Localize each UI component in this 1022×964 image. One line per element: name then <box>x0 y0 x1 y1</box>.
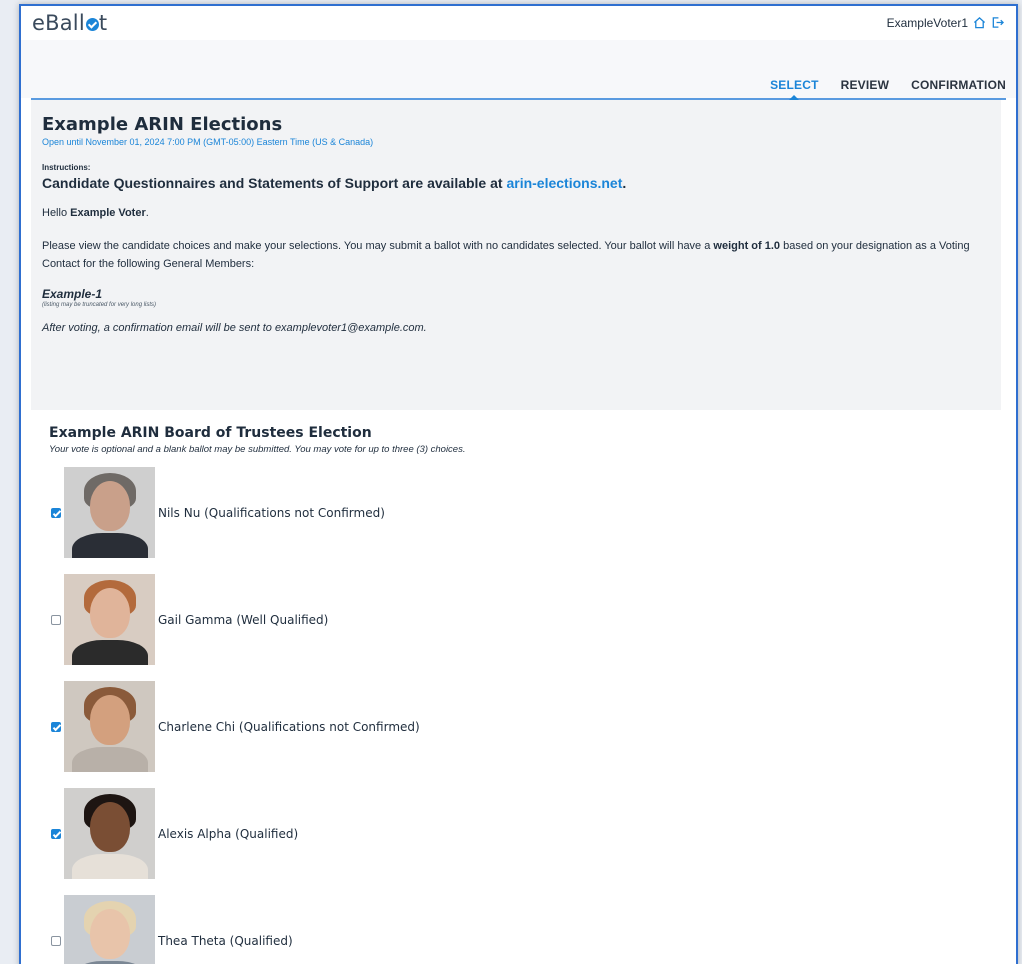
logout-icon[interactable] <box>991 16 1004 31</box>
page-title: Example ARIN Elections <box>42 114 283 135</box>
candidate-row[interactable]: Alexis Alpha (Qualified) <box>49 788 1016 879</box>
instructions-text: Candidate Questionnaires and Statements … <box>42 175 627 191</box>
candidate-checkbox[interactable] <box>51 721 61 732</box>
voter-name: Example Voter <box>70 207 146 219</box>
candidate-name[interactable]: Gail Gamma (Well Qualified) <box>158 613 328 627</box>
candidate-photo <box>64 788 155 879</box>
logo-check-icon <box>85 18 99 31</box>
candidate-checkbox[interactable] <box>51 828 61 839</box>
step-tab-select[interactable]: SELECT <box>770 78 819 100</box>
candidate-row[interactable]: Charlene Chi (Qualifications not Confirm… <box>49 681 1016 772</box>
candidate-row[interactable]: Thea Theta (Qualified) <box>49 895 1016 964</box>
arin-elections-link[interactable]: arin-elections.net <box>506 175 622 191</box>
board-election-section: Example ARIN Board of Trustees Election … <box>21 410 1016 964</box>
confirmation-email-note: After voting, a confirmation email will … <box>42 322 427 334</box>
candidate-photo <box>64 574 155 665</box>
general-member: Example-1 <box>42 287 103 301</box>
ebalot-logo[interactable]: eBall t <box>32 11 107 35</box>
username[interactable]: ExampleVoter1 <box>887 16 968 30</box>
step-navigation: SELECT REVIEW CONFIRMATION <box>21 40 1016 100</box>
ballot-weight: weight of 1.0 <box>713 240 781 252</box>
candidate-name[interactable]: Charlene Chi (Qualifications not Confirm… <box>158 720 420 734</box>
candidate-name[interactable]: Thea Theta (Qualified) <box>158 934 293 948</box>
candidate-name[interactable]: Nils Nu (Qualifications not Confirmed) <box>158 506 385 520</box>
candidate-list: Nils Nu (Qualifications not Confirmed) Ga… <box>49 467 1016 964</box>
ballot-window: eBall t ExampleVoter1 SELECT REVIEW CONFIRM… <box>19 4 1018 964</box>
home-icon[interactable] <box>973 16 986 31</box>
user-area: ExampleVoter1 <box>887 16 1004 31</box>
candidate-name[interactable]: Alexis Alpha (Qualified) <box>158 827 298 841</box>
greeting: Hello Example Voter. <box>42 207 149 219</box>
election-title: Example ARIN Board of Trustees Election <box>49 425 372 441</box>
truncation-note: (listing may be truncated for very long … <box>42 302 157 308</box>
ballot-description: Please view the candidate choices and ma… <box>42 240 970 270</box>
candidate-checkbox[interactable] <box>51 507 61 518</box>
candidate-row[interactable]: Gail Gamma (Well Qualified) <box>49 574 1016 665</box>
logo-text: eBall <box>32 11 85 35</box>
candidate-checkbox[interactable] <box>51 614 61 625</box>
election-subtitle: Your vote is optional and a blank ballot… <box>49 444 466 455</box>
candidate-row[interactable]: Nils Nu (Qualifications not Confirmed) <box>49 467 1016 558</box>
step-tab-review[interactable]: REVIEW <box>841 78 890 92</box>
instructions-label: Instructions: <box>42 163 91 172</box>
election-info-panel: Example ARIN Elections Open until Novemb… <box>31 100 1001 410</box>
open-until-text: Open until November 01, 2024 7:00 PM (GM… <box>42 137 374 147</box>
top-bar: eBall t ExampleVoter1 <box>21 6 1016 40</box>
step-tab-confirmation[interactable]: CONFIRMATION <box>911 78 1006 92</box>
candidate-checkbox[interactable] <box>51 935 61 946</box>
candidate-photo <box>64 681 155 772</box>
candidate-photo <box>64 467 155 558</box>
candidate-photo <box>64 895 155 964</box>
